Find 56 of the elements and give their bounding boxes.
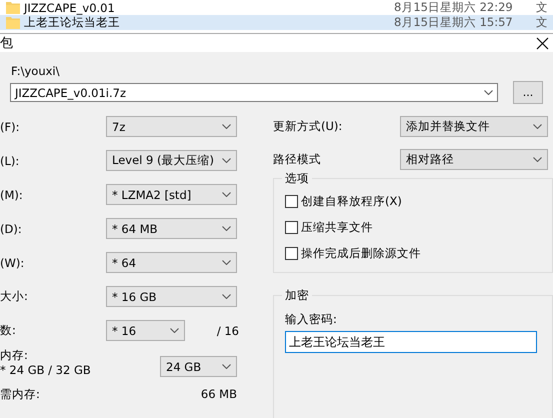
option-combo[interactable]: 7z — [106, 116, 237, 137]
group-title: 加密 — [282, 288, 312, 303]
field-label: 路径模式 — [273, 152, 322, 167]
memory-usage: * 24 GB / 32 GB — [0, 363, 92, 377]
file-name: JIZZCAPE_v0.01 — [24, 0, 116, 14]
path-mode-combo[interactable]: 相对路径 — [400, 149, 548, 170]
group-title: 选项 — [282, 171, 312, 186]
memory-value: 66 MB — [200, 387, 237, 402]
option-checkbox[interactable]: 创建自释放程序(X) — [285, 193, 552, 210]
window-title: 包 — [0, 35, 13, 52]
option-combo[interactable]: * 16 GB — [106, 286, 237, 307]
field-label: (L): — [0, 154, 20, 168]
chevron-down-icon — [222, 364, 231, 369]
field-label: 大小: — [0, 289, 29, 304]
field-label: (D): — [0, 222, 23, 236]
file-name: 上老王论坛当老王 — [24, 15, 121, 30]
field-label: 数: — [0, 323, 17, 338]
chevron-down-icon — [170, 328, 179, 333]
thread-total: / 16 — [216, 324, 239, 338]
field-label: (W): — [0, 256, 26, 270]
file-date: 8月15日星期六 15:57 — [394, 15, 514, 30]
file-row[interactable]: 上老王论坛当老王 8月15日星期六 15:57 文 — [0, 15, 553, 30]
chevron-down-icon — [533, 124, 542, 129]
chevron-down-icon — [222, 158, 231, 163]
file-type: 文 — [536, 15, 548, 30]
chevron-down-icon — [484, 90, 493, 95]
archive-combo[interactable]: JIZZCAPE_v0.01i.7z — [10, 83, 498, 102]
folder-icon — [6, 16, 20, 29]
chevron-down-icon — [222, 260, 231, 265]
chevron-down-icon — [222, 124, 231, 129]
chevron-down-icon — [222, 192, 231, 197]
chevron-down-icon — [222, 226, 231, 231]
chevron-down-icon — [222, 294, 231, 299]
option-checkbox[interactable]: 操作完成后删除源文件 — [285, 245, 552, 262]
memory-combo[interactable]: 24 GB — [160, 356, 237, 377]
file-type: 文 — [536, 0, 548, 15]
field-label: 输入密码: — [285, 312, 338, 327]
path-label: F:\youxi\ — [11, 64, 60, 78]
option-combo[interactable]: * 16 — [106, 320, 185, 341]
browse-button[interactable]: ... — [513, 81, 543, 104]
option-checkbox[interactable]: 压缩共享文件 — [285, 219, 552, 236]
close-icon[interactable] — [536, 36, 549, 50]
password-field[interactable]: 上老王论坛当老王 — [285, 331, 537, 353]
option-combo[interactable]: Level 9 (最大压缩) — [106, 150, 237, 171]
field-label: (F): — [0, 120, 20, 134]
update-mode-combo[interactable]: 添加并替换文件 — [400, 116, 548, 137]
option-combo[interactable]: * 64 MB — [106, 218, 237, 239]
field-label: 需内存: — [0, 387, 41, 402]
file-date: 8月15日星期六 22:29 — [394, 0, 514, 15]
field-label: (M): — [0, 188, 24, 202]
folder-icon — [6, 1, 20, 14]
chevron-down-icon — [533, 157, 542, 162]
option-combo[interactable]: * LZMA2 [std] — [106, 184, 237, 205]
field-label: 内存: — [0, 348, 29, 363]
option-combo[interactable]: * 64 — [106, 252, 237, 273]
field-label: 更新方式(U): — [273, 119, 344, 134]
